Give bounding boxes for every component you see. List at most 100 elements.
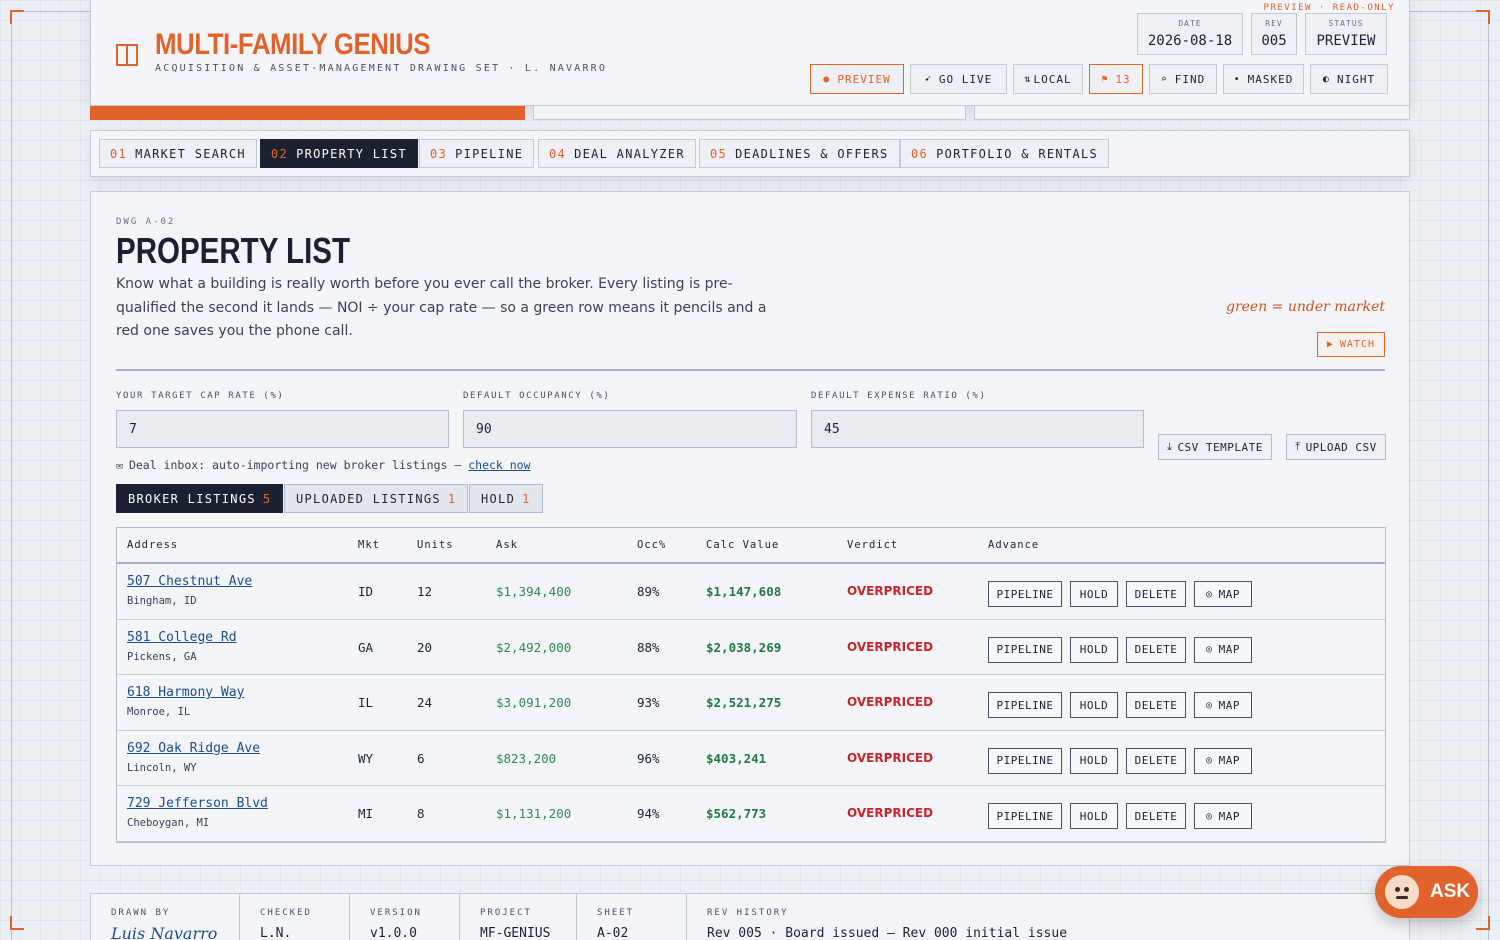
tab-deadlines-offers[interactable]: 05 DEADLINES & OFFERS xyxy=(699,139,900,168)
ask-assistant-button[interactable]: ASK xyxy=(1375,866,1478,918)
address-link[interactable]: 507 Chestnut Ave xyxy=(127,574,252,589)
upload-csv-button[interactable]: ⤒ UPLOAD CSV xyxy=(1286,434,1386,460)
find-button[interactable]: ⌕ FIND xyxy=(1149,64,1217,94)
address-link[interactable]: 729 Jefferson Blvd xyxy=(127,796,268,811)
mail-icon: ✉ xyxy=(116,458,123,472)
map-button[interactable]: ◎ MAP xyxy=(1194,636,1252,663)
subtab-hold[interactable]: HOLD 1 xyxy=(469,484,543,513)
delete-button[interactable]: DELETE xyxy=(1126,581,1186,607)
subtab-label: UPLOADED LISTINGS xyxy=(296,491,441,506)
rev-label: REV xyxy=(1265,19,1283,28)
expense-ratio-label: DEFAULT EXPENSE RATIO (%) xyxy=(811,391,987,401)
flags-button[interactable]: ⚑ 13 xyxy=(1089,64,1143,94)
delete-button[interactable]: DELETE xyxy=(1126,803,1186,829)
ask-price-cell: $1,394,400 xyxy=(496,584,572,599)
pin-icon: ◎ xyxy=(1206,810,1213,822)
go-live-button[interactable]: ➹ GO LIVE xyxy=(910,64,1007,94)
search-icon: ⌕ xyxy=(1160,73,1168,85)
check-now-link[interactable]: check now xyxy=(468,458,530,472)
hold-button[interactable]: HOLD xyxy=(1070,581,1118,607)
download-icon: ⤓ xyxy=(1167,440,1173,453)
ask-price-cell: $1,131,200 xyxy=(496,806,572,821)
occupancy-cell: 88% xyxy=(637,639,660,655)
preview-button[interactable]: ● PREVIEW xyxy=(810,64,904,94)
watch-button[interactable]: ▶ WATCH xyxy=(1316,332,1385,357)
version-cell: VERSION v1.0.0 xyxy=(350,894,460,940)
column-header: Address xyxy=(127,539,179,551)
date-box: DATE 2026-08-18 xyxy=(1137,13,1243,55)
rev-value: 005 xyxy=(1261,33,1287,49)
delete-button[interactable]: DELETE xyxy=(1126,747,1186,774)
status-box: STATUS PREVIEW xyxy=(1305,13,1387,55)
tab-deal-analyzer[interactable]: 04 DEAL ANALYZER xyxy=(538,139,696,168)
occupancy-cell: 96% xyxy=(637,750,660,766)
drawn-by-signature: Luis Navarro xyxy=(111,924,218,940)
progress-fill xyxy=(90,106,525,120)
cap-rate-input[interactable] xyxy=(116,410,449,448)
checked-label: CHECKED xyxy=(260,908,312,918)
address-city: Cheboygan, MI xyxy=(127,817,210,829)
ask-price-cell: $3,091,200 xyxy=(496,695,572,710)
delete-button[interactable]: DELETE xyxy=(1126,636,1186,663)
status-value: PREVIEW xyxy=(1316,33,1376,49)
night-label: NIGHT xyxy=(1336,72,1376,86)
hold-button[interactable]: HOLD xyxy=(1070,803,1118,829)
hold-button[interactable]: HOLD xyxy=(1070,692,1118,718)
tab-label: PIPELINE xyxy=(455,146,524,161)
hold-button[interactable]: HOLD xyxy=(1070,636,1118,663)
go-live-label: GO LIVE xyxy=(938,72,993,86)
project-value: MF-GENIUS xyxy=(480,926,551,940)
checked-value: L.N. xyxy=(260,926,292,940)
tab-portfolio-rentals[interactable]: 06 PORTFOLIO & RENTALS xyxy=(900,139,1110,168)
column-header: Verdict xyxy=(847,539,899,551)
pipeline-button[interactable]: PIPELINE xyxy=(988,636,1062,663)
pipeline-button[interactable]: PIPELINE xyxy=(988,747,1062,774)
map-button[interactable]: ◎ MAP xyxy=(1194,581,1252,607)
flag-icon: ⚑ xyxy=(1101,73,1109,85)
map-button[interactable]: ◎ MAP xyxy=(1194,803,1252,829)
tab-label: PROPERTY LIST xyxy=(296,146,407,161)
column-header: Units xyxy=(417,539,454,551)
expense-ratio-input[interactable] xyxy=(811,410,1144,448)
book-icon xyxy=(116,44,138,66)
occupancy-input[interactable] xyxy=(463,410,797,448)
delete-button[interactable]: DELETE xyxy=(1126,692,1186,718)
frame-corner xyxy=(1476,916,1490,930)
ask-price-cell: $823,200 xyxy=(496,750,557,766)
masked-button[interactable]: • MASKED xyxy=(1223,64,1304,94)
record-icon: ● xyxy=(823,73,831,85)
address-link[interactable]: 692 Oak Ridge Ave xyxy=(127,741,260,756)
hold-button[interactable]: HOLD xyxy=(1070,747,1118,774)
tab-property-list[interactable]: 02 PROPERTY LIST xyxy=(260,139,418,168)
pipeline-button[interactable]: PIPELINE xyxy=(988,581,1062,607)
csv-template-button[interactable]: ⤓ CSV TEMPLATE xyxy=(1158,434,1272,460)
pipeline-button[interactable]: PIPELINE xyxy=(988,692,1062,718)
subtab-uploaded-listings[interactable]: UPLOADED LISTINGS 1 xyxy=(284,484,469,513)
market-cell: IL xyxy=(358,695,374,710)
subtab-broker-listings[interactable]: BROKER LISTINGS 5 xyxy=(116,484,284,513)
tab-market-search[interactable]: 01 MARKET SEARCH xyxy=(99,139,257,168)
local-button[interactable]: ⇅ LOCAL xyxy=(1013,64,1083,94)
address-link[interactable]: 581 College Rd xyxy=(127,630,237,645)
map-button[interactable]: ◎ MAP xyxy=(1194,747,1252,774)
sheet-label: SHEET xyxy=(597,908,635,918)
units-cell: 24 xyxy=(417,695,433,710)
verdict-badge: OVERPRICED xyxy=(847,584,934,598)
subtab-label: BROKER LISTINGS xyxy=(128,491,256,506)
tab-pipeline[interactable]: 03 PIPELINE xyxy=(419,139,535,168)
tab-number: 02 xyxy=(271,146,289,161)
calc-value-cell: $1,147,608 xyxy=(706,584,782,599)
action-label: MAP xyxy=(1218,587,1240,601)
night-button[interactable]: ◐ NIGHT xyxy=(1310,64,1388,94)
action-label: PIPELINE xyxy=(996,754,1054,767)
map-button[interactable]: ◎ MAP xyxy=(1194,692,1252,718)
tab-number: 01 xyxy=(110,146,128,161)
project-cell: PROJECT MF-GENIUS xyxy=(460,894,577,940)
action-label: PIPELINE xyxy=(996,587,1054,601)
date-label: DATE xyxy=(1178,19,1202,28)
pipeline-button[interactable]: PIPELINE xyxy=(988,803,1062,829)
address-link[interactable]: 618 Harmony Way xyxy=(127,685,244,700)
half-moon-icon: ◐ xyxy=(1322,73,1330,85)
action-label: HOLD xyxy=(1079,754,1109,767)
frame-corner xyxy=(1476,10,1490,24)
